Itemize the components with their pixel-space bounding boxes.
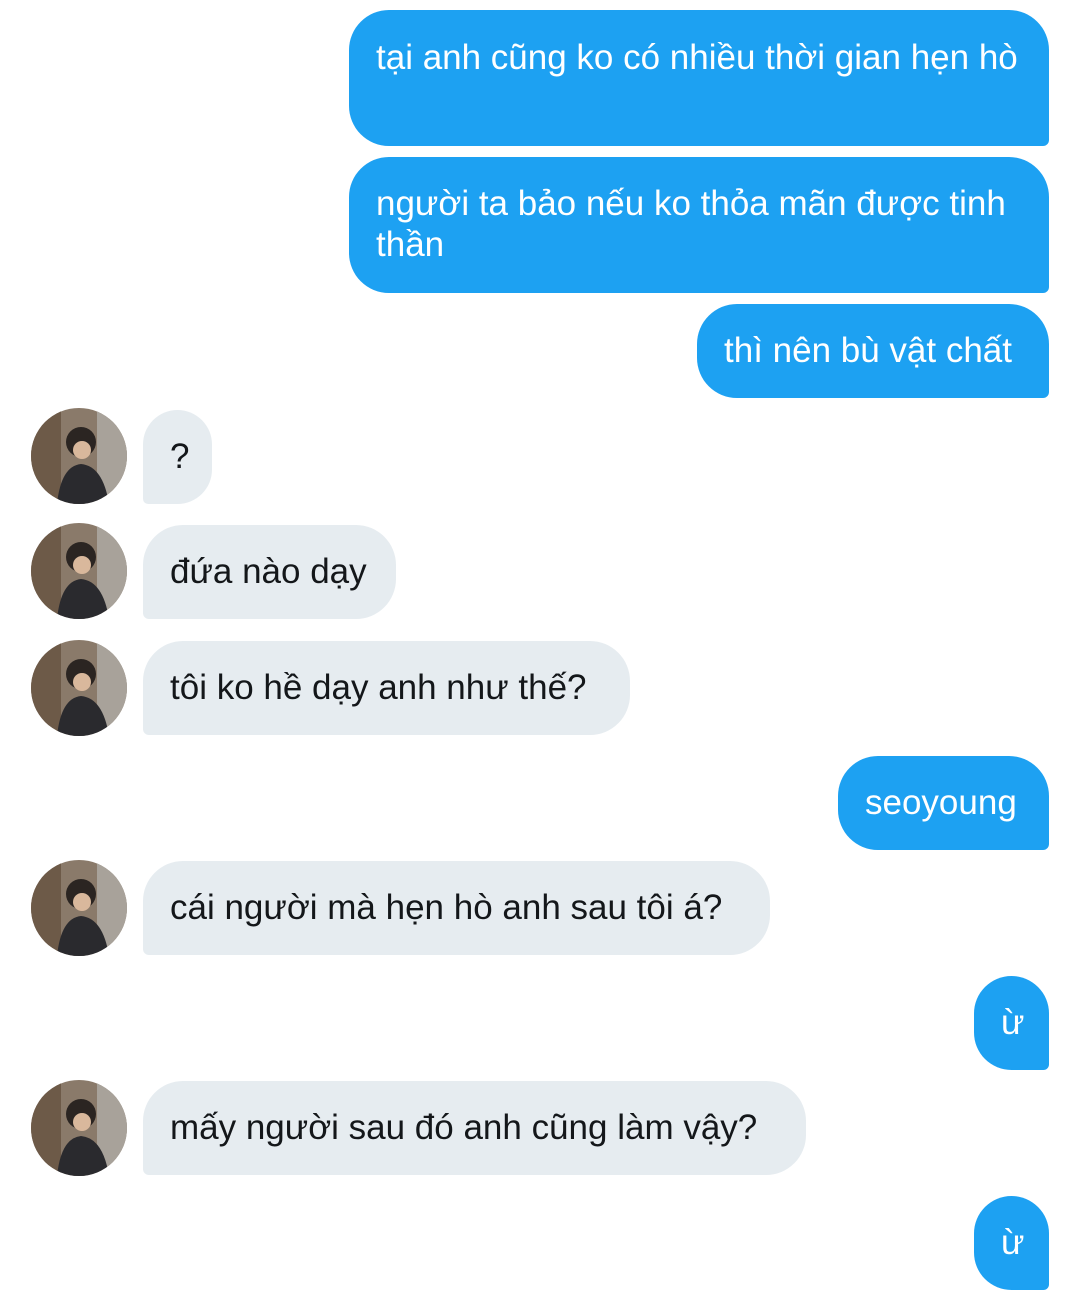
message-bubble-received[interactable]: đứa nào dạy <box>143 525 396 619</box>
message-bubble-sent[interactable]: người ta bảo nếu ko thỏa mãn được tinh t… <box>349 157 1049 293</box>
message-bubble-sent[interactable]: thì nên bù vật chất <box>697 304 1049 398</box>
message-bubble-received[interactable]: cái người mà hẹn hò anh sau tôi á? <box>143 861 770 955</box>
message-bubble-received[interactable]: tôi ko hề dạy anh như thế? <box>143 641 630 735</box>
avatar-icon[interactable] <box>31 860 127 956</box>
avatar-icon[interactable] <box>31 408 127 504</box>
message-bubble-sent[interactable]: ừ <box>974 976 1049 1070</box>
message-bubble-sent[interactable]: seoyoung <box>838 756 1049 850</box>
conversation-thread: tại anh cũng ko có nhiều thời gian hẹn h… <box>0 0 1080 1301</box>
message-bubble-sent[interactable]: ừ <box>974 1196 1049 1290</box>
avatar-icon[interactable] <box>31 640 127 736</box>
message-bubble-sent[interactable]: tại anh cũng ko có nhiều thời gian hẹn h… <box>349 10 1049 146</box>
avatar-icon[interactable] <box>31 523 127 619</box>
message-bubble-received[interactable]: ? <box>143 410 212 504</box>
avatar-icon[interactable] <box>31 1080 127 1176</box>
message-bubble-received[interactable]: mấy người sau đó anh cũng làm vậy? <box>143 1081 806 1175</box>
